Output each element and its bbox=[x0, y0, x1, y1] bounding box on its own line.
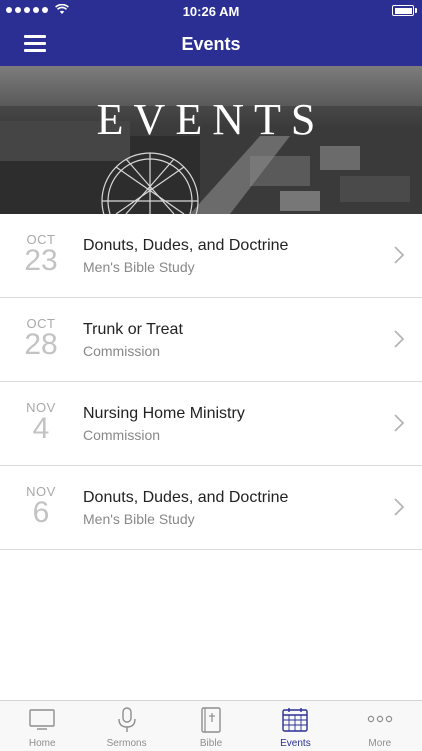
event-day: 23 bbox=[24, 244, 58, 277]
event-title: Nursing Home Ministry bbox=[83, 405, 245, 422]
event-date: NOV 6 bbox=[18, 484, 64, 529]
navigation-bar: Events bbox=[0, 22, 422, 66]
tab-more[interactable]: More bbox=[338, 701, 422, 751]
status-bar: 10:26 AM bbox=[0, 0, 422, 22]
event-day: 4 bbox=[32, 412, 50, 445]
bible-icon bbox=[201, 707, 221, 733]
event-title: Trunk or Treat bbox=[83, 321, 183, 338]
tab-label: More bbox=[368, 738, 392, 749]
battery-icon bbox=[392, 5, 414, 16]
event-row[interactable]: NOV 6 Donuts, Dudes, and Doctrine Men's … bbox=[0, 466, 422, 550]
tab-label: Bible bbox=[199, 738, 223, 749]
chevron-right-icon bbox=[394, 246, 404, 264]
event-subtitle: Men's Bible Study bbox=[83, 511, 195, 527]
event-subtitle: Men's Bible Study bbox=[83, 259, 195, 275]
event-title: Donuts, Dudes, and Doctrine bbox=[83, 489, 289, 506]
events-list: OCT 23 Donuts, Dudes, and Doctrine Men's… bbox=[0, 214, 422, 550]
event-subtitle: Commission bbox=[83, 427, 161, 443]
chevron-right-icon bbox=[394, 498, 404, 516]
tab-label: Sermons bbox=[106, 738, 147, 749]
event-row[interactable]: OCT 23 Donuts, Dudes, and Doctrine Men's… bbox=[0, 214, 422, 298]
chevron-right-icon bbox=[394, 330, 404, 348]
hero-banner: EVENTS bbox=[0, 66, 422, 214]
event-title: Donuts, Dudes, and Doctrine bbox=[83, 237, 289, 254]
tab-label: Events bbox=[280, 738, 311, 749]
event-row[interactable]: NOV 4 Nursing Home Ministry Commission bbox=[0, 382, 422, 466]
status-time: 10:26 AM bbox=[182, 4, 240, 19]
tab-home[interactable]: Home bbox=[0, 701, 84, 751]
more-icon bbox=[367, 715, 393, 723]
event-date: NOV 4 bbox=[18, 400, 64, 445]
event-day: 6 bbox=[32, 496, 50, 529]
page-title: Events bbox=[181, 34, 241, 54]
tab-bible[interactable]: Bible bbox=[169, 701, 253, 751]
tv-icon bbox=[29, 709, 55, 730]
event-date: OCT 28 bbox=[18, 316, 64, 361]
calendar-icon bbox=[282, 708, 309, 732]
tab-sermons[interactable]: Sermons bbox=[84, 701, 168, 751]
event-row[interactable]: OCT 28 Trunk or Treat Commission bbox=[0, 298, 422, 382]
tab-label: Home bbox=[28, 738, 56, 749]
event-subtitle: Commission bbox=[83, 343, 161, 359]
event-day: 28 bbox=[24, 328, 58, 361]
tab-events[interactable]: Events bbox=[253, 701, 337, 751]
chevron-right-icon bbox=[394, 414, 404, 432]
microphone-icon bbox=[117, 707, 136, 732]
event-date: OCT 23 bbox=[18, 232, 64, 277]
hero-title: EVENTS bbox=[96, 95, 326, 144]
tab-bar: Home Sermons Bible Events More bbox=[0, 700, 422, 751]
